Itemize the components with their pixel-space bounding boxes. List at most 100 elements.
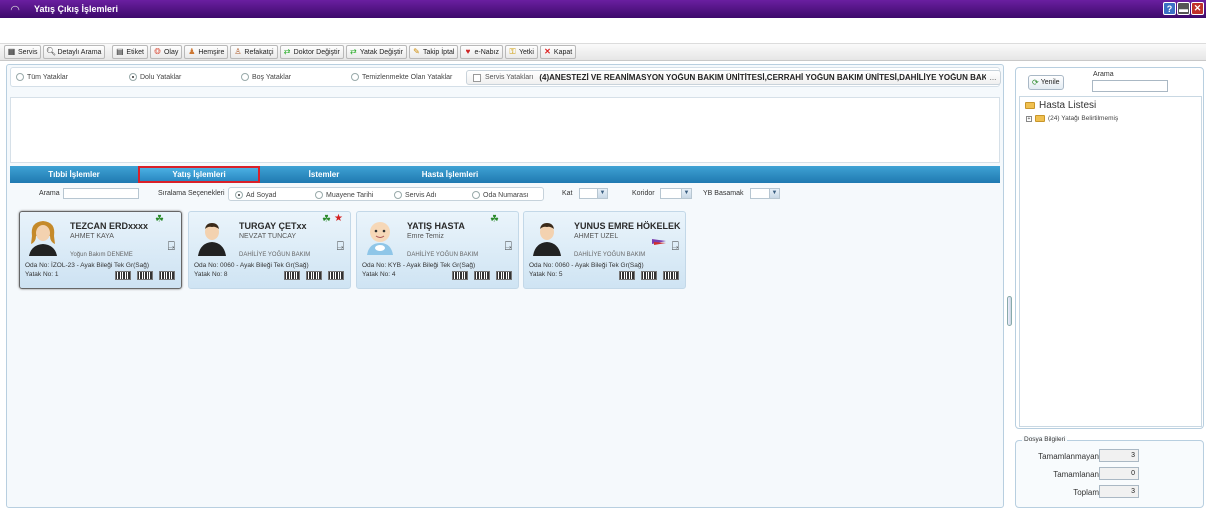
takip-iptal-button[interactable]: ✎ Takip İptal	[408, 45, 459, 59]
barcode-icon[interactable]	[474, 271, 490, 280]
event-icon: ❂	[154, 47, 161, 56]
radio-bos-yataklar[interactable]: Boş Yataklar	[241, 73, 291, 81]
refresh-button[interactable]: ⟳ Yenile	[1028, 75, 1064, 90]
patient-card[interactable]: ☘ ★ TURGAY ÇETxx NEVZAT TUNCAY ⍈ DAHİLİY…	[188, 211, 351, 289]
radio-label: Muayene Tarihi	[326, 191, 374, 199]
file-info-panel: Dosya Bilgileri Tamamlanmayan 3 Tamamlan…	[1015, 436, 1204, 508]
tab-tibbi-islemler[interactable]: Tıbbi İşlemler	[12, 166, 136, 183]
discharge-icon[interactable]: ⍈	[337, 239, 344, 254]
discharge-icon[interactable]: ⍈	[505, 239, 512, 254]
servis-button[interactable]: ▦ Servis	[4, 45, 42, 59]
folder-icon	[1035, 115, 1045, 122]
male-avatar-icon	[198, 223, 226, 256]
barcode-icon[interactable]	[284, 271, 300, 280]
etiket-button[interactable]: ▤ Etiket	[112, 45, 148, 59]
barcode-icon[interactable]	[641, 271, 657, 280]
nurse-icon: ♟	[188, 47, 196, 56]
tree-root-label: Hasta Listesi	[1039, 100, 1097, 111]
kat-select[interactable]: ▼	[579, 188, 608, 199]
magnifier-icon: 🔍︎	[45, 47, 57, 56]
barcode-icon[interactable]	[496, 271, 512, 280]
sort-row: Arama Sıralama Seçenekleri Ad Soyad Muay…	[10, 185, 1000, 202]
radio-muayene-tarihi[interactable]: Muayene Tarihi	[315, 191, 373, 199]
radio-temizlenmekte[interactable]: Temizlenmekte Olan Yataklar	[351, 73, 452, 81]
kapat-button[interactable]: ✕ Kapat	[539, 45, 577, 59]
yb-basamak-select[interactable]: ▼	[750, 188, 780, 199]
barcode-icon[interactable]	[137, 271, 153, 280]
patient-card[interactable]: ☘ TEZCAN ERDxxxx AHMET KAYA ⍈ Yoğun Bakı…	[19, 211, 182, 289]
close-window-icon[interactable]: ✕	[1191, 2, 1204, 15]
swap-icon: ⇄	[283, 47, 291, 56]
tab-hasta-islemleri[interactable]: Hasta İşlemleri	[388, 166, 512, 183]
tree-item-label: (24) Yatağı Belirtilmemiş	[1048, 115, 1119, 122]
radio-label: Servis Adı	[405, 191, 437, 199]
barcode-icon[interactable]	[452, 271, 468, 280]
radio-circle	[351, 73, 359, 81]
radio-label: Tüm Yataklar	[27, 73, 68, 81]
room-info: Oda No: 0060 - Ayak Bileği Tek Gr(Sağ)	[529, 262, 644, 269]
servis-yataklari-box[interactable]: Servis Yatakları (4)ANESTEZİ VE REANİMAS…	[466, 70, 1001, 85]
radio-tum-yataklar[interactable]: Tüm Yataklar	[16, 73, 68, 81]
tab-istemler[interactable]: İstemler	[262, 166, 386, 183]
detayli-arama-button[interactable]: 🔍︎ Detaylı Arama	[43, 45, 106, 59]
yetki-button[interactable]: ⚿ Yetki	[505, 45, 538, 59]
minimize-icon[interactable]: ▬	[1177, 2, 1190, 15]
pulse-icon: ♥	[465, 47, 471, 56]
refakatci-button[interactable]: ♙ Refakatçi	[230, 45, 278, 59]
radio-circle	[315, 191, 323, 199]
radio-ad-soyad[interactable]: Ad Soyad	[235, 191, 276, 199]
olay-button[interactable]: ❂ Olay	[149, 45, 183, 59]
arama-input[interactable]	[63, 188, 139, 199]
panel-splitter-handle[interactable]	[1007, 296, 1012, 326]
hemsire-label: Hemşire	[198, 48, 225, 56]
e-nabiz-button[interactable]: ♥ e-Nabız	[460, 45, 503, 59]
barcode-icon[interactable]	[115, 271, 131, 280]
kapat-label: Kapat	[553, 48, 573, 56]
tab-yatis-islemleri[interactable]: Yatış İşlemleri	[138, 166, 260, 183]
radio-circle	[241, 73, 249, 81]
discharge-icon[interactable]: ⍈	[168, 239, 175, 254]
patient-card[interactable]: ☘ YATIŞ HASTA Emre Temiz ⍈ DAHİLİYE YOĞU…	[356, 211, 519, 289]
barcode-icon[interactable]	[306, 271, 322, 280]
radio-dolu-yataklar[interactable]: Dolu Yataklar	[129, 73, 181, 81]
arama-label: Arama	[39, 190, 60, 197]
toolbar: ▦ Servis 🔍︎ Detaylı Arama ▤ Etiket ❂ Olay ♟ H…	[0, 44, 1206, 61]
radio-circle	[16, 73, 24, 81]
barcode-icon[interactable]	[619, 271, 635, 280]
female-avatar-icon	[29, 221, 57, 256]
barcode-icon[interactable]	[159, 271, 175, 280]
radio-circle	[472, 191, 480, 199]
main-panel: Tüm Yataklar Dolu Yataklar Boş Yataklar …	[6, 64, 1004, 508]
expand-icon[interactable]: +	[1026, 115, 1032, 122]
ribbon-logo-icon	[652, 239, 666, 245]
radio-label: Ad Soyad	[246, 191, 277, 199]
patient-name: YATIŞ HASTA	[407, 221, 465, 231]
hemsire-button[interactable]: ♟ Hemşire	[184, 45, 229, 59]
tree-item-unassigned[interactable]: + (24) Yatağı Belirtilmemiş	[1026, 115, 1118, 122]
koridor-select[interactable]: ▼	[660, 188, 692, 199]
patient-search-input[interactable]	[1092, 80, 1168, 92]
servis-yataklari-value: (4)ANESTEZİ VE REANİMASYON YOĞUN BAKIM Ü…	[539, 73, 986, 82]
yb-basamak-label: YB Basamak	[703, 190, 744, 197]
star-icon: ★	[334, 213, 343, 224]
label-icon: ▤	[116, 47, 124, 56]
radio-servis-adi[interactable]: Servis Adı	[394, 191, 437, 199]
yatak-degistir-button[interactable]: ⇄ Yatak Değiştir	[345, 45, 407, 59]
tree-root[interactable]: Hasta Listesi	[1025, 100, 1096, 111]
blank-strip	[0, 18, 1206, 44]
servis-checkbox[interactable]	[473, 73, 481, 82]
patient-name: YUNUS EMRE HÖKELEK	[574, 221, 681, 231]
patient-name: TURGAY ÇETxx	[239, 221, 307, 231]
radio-label: Boş Yataklar	[252, 73, 292, 81]
discharge-icon[interactable]: ⍈	[672, 239, 679, 254]
barcode-icon[interactable]	[663, 271, 679, 280]
radio-oda-numarasi[interactable]: Oda Numarası	[472, 191, 529, 199]
doktor-degistir-button[interactable]: ⇄ Doktor Değiştir	[279, 45, 344, 59]
patient-card[interactable]: YUNUS EMRE HÖKELEK AHMET UZEL ⍈ DAHİLİYE…	[523, 211, 686, 289]
barcode-icon[interactable]	[328, 271, 344, 280]
complete-label: Tamamlanan	[1053, 470, 1099, 479]
help-icon[interactable]: ?	[1163, 2, 1176, 15]
olay-label: Olay	[163, 48, 179, 56]
servis-more-button[interactable]: ...	[986, 73, 1000, 82]
swap-icon: ⇄	[350, 47, 357, 56]
